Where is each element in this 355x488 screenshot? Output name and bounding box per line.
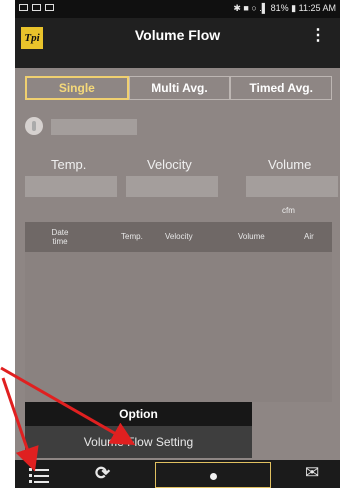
annotation-arrows [0,366,136,472]
arrow-to-list [1,377,39,472]
